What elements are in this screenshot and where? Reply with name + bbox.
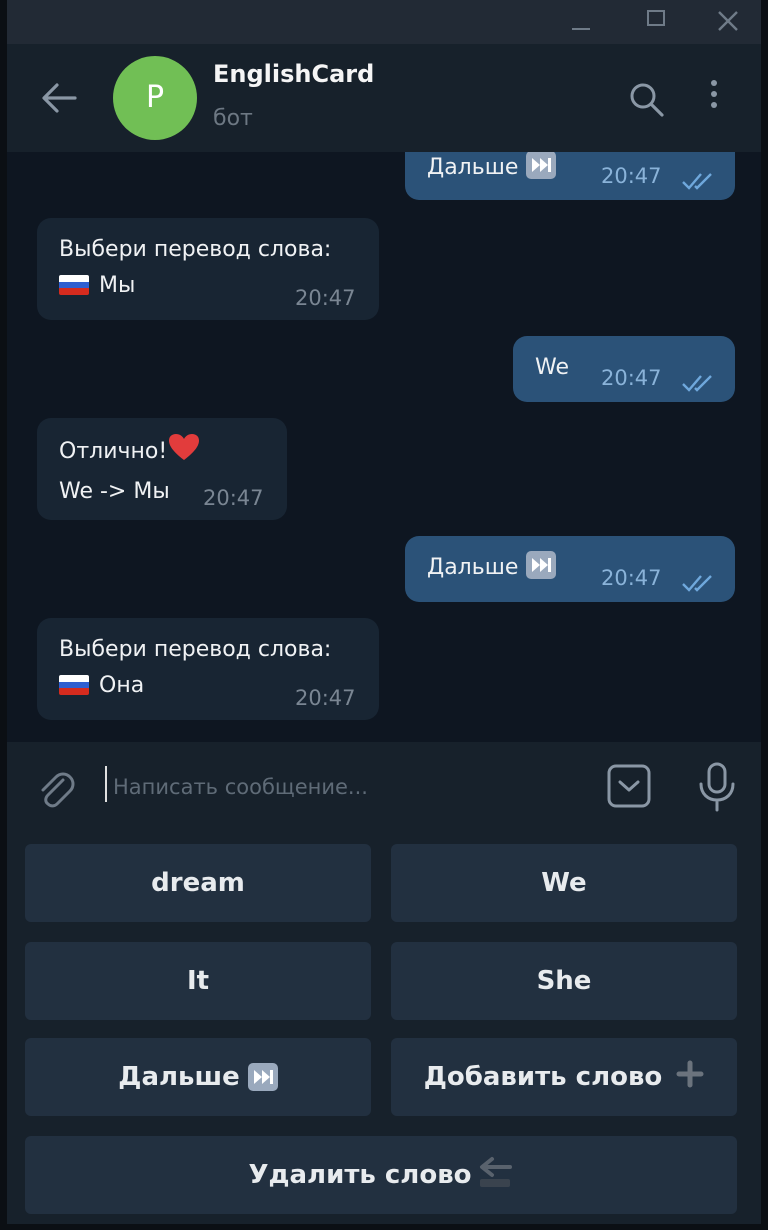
telegram-window: P EnglishCard бот Дальше 20:47 Выбери пе… bbox=[7, 0, 761, 1224]
title-bar bbox=[7, 0, 761, 44]
microphone-icon[interactable] bbox=[697, 762, 737, 816]
message-text: Выбери перевод слова: bbox=[59, 237, 332, 262]
reply-button-she[interactable]: She bbox=[391, 942, 737, 1020]
button-label: It bbox=[186, 966, 210, 996]
message-outgoing[interactable]: Дальше 20:47 bbox=[405, 152, 735, 200]
bot-keyboard-icon[interactable] bbox=[607, 764, 651, 812]
message-text: Дальше bbox=[427, 155, 519, 180]
reply-button-it[interactable]: It bbox=[25, 942, 371, 1020]
reply-button-next[interactable]: Дальше bbox=[25, 1038, 371, 1116]
chat-header: P EnglishCard бот bbox=[7, 44, 761, 153]
maximize-icon[interactable] bbox=[635, 6, 675, 36]
button-label: dream bbox=[151, 868, 245, 898]
message-composer bbox=[7, 742, 761, 832]
message-time: 20:47 bbox=[601, 164, 662, 188]
message-time: 20:47 bbox=[601, 366, 662, 390]
chat-title[interactable]: EnglishCard bbox=[213, 60, 374, 88]
close-icon[interactable] bbox=[707, 6, 747, 36]
search-icon[interactable] bbox=[629, 82, 665, 122]
message-list[interactable]: Дальше 20:47 Выбери перевод слова: Мы 20… bbox=[7, 152, 761, 742]
fast-forward-icon bbox=[247, 1063, 278, 1091]
avatar[interactable]: P bbox=[113, 56, 197, 140]
message-incoming[interactable]: Выбери перевод слова: Она 20:47 bbox=[37, 618, 379, 720]
message-text: Дальше bbox=[427, 555, 519, 580]
back-arrow-icon[interactable] bbox=[41, 82, 77, 118]
text-caret bbox=[105, 766, 107, 802]
read-ticks-icon bbox=[681, 166, 717, 202]
message-incoming[interactable]: Выбери перевод слова: Мы 20:47 bbox=[37, 218, 379, 320]
message-time: 20:47 bbox=[295, 686, 356, 710]
message-input[interactable] bbox=[111, 768, 595, 806]
message-outgoing[interactable]: Дальше 20:47 bbox=[405, 536, 735, 602]
message-text: Выбери перевод слова: bbox=[59, 637, 332, 662]
message-text: We bbox=[535, 355, 569, 380]
read-ticks-icon bbox=[681, 568, 717, 604]
message-outgoing[interactable]: We 20:47 bbox=[513, 336, 735, 402]
fast-forward-icon bbox=[526, 551, 557, 579]
message-text: Отлично! bbox=[59, 439, 168, 464]
reply-button-add-word[interactable]: Добавить слово bbox=[391, 1038, 737, 1116]
back-arrow-icon bbox=[476, 1155, 514, 1196]
bot-reply-keyboard: dream We It She Дальше Добавить слово Уд… bbox=[7, 832, 761, 1224]
message-incoming[interactable]: Отлично! We -> Мы 20:47 bbox=[37, 418, 287, 520]
minimize-icon[interactable] bbox=[560, 6, 600, 36]
message-time: 20:47 bbox=[601, 566, 662, 590]
message-time: 20:47 bbox=[203, 486, 264, 510]
plus-icon bbox=[676, 1060, 704, 1095]
more-options-icon[interactable] bbox=[707, 80, 721, 116]
reply-button-dream[interactable]: dream bbox=[25, 844, 371, 922]
message-word: Она bbox=[99, 673, 145, 698]
fast-forward-icon bbox=[526, 152, 557, 179]
button-label: She bbox=[536, 966, 592, 996]
read-ticks-icon bbox=[681, 368, 717, 404]
reply-button-delete-word[interactable]: Удалить слово bbox=[25, 1136, 737, 1214]
button-label: Дальше bbox=[118, 1062, 240, 1092]
button-label: Удалить слово bbox=[248, 1160, 472, 1190]
message-word: Мы bbox=[99, 273, 136, 298]
russia-flag-icon bbox=[59, 675, 89, 695]
reply-button-we[interactable]: We bbox=[391, 844, 737, 922]
russia-flag-icon bbox=[59, 275, 89, 295]
attach-icon[interactable] bbox=[33, 766, 77, 814]
button-label: We bbox=[541, 868, 587, 898]
heart-icon bbox=[167, 432, 201, 474]
button-label: Добавить слово bbox=[423, 1062, 663, 1092]
message-time: 20:47 bbox=[295, 286, 356, 310]
chat-subtitle: бот bbox=[213, 106, 253, 131]
